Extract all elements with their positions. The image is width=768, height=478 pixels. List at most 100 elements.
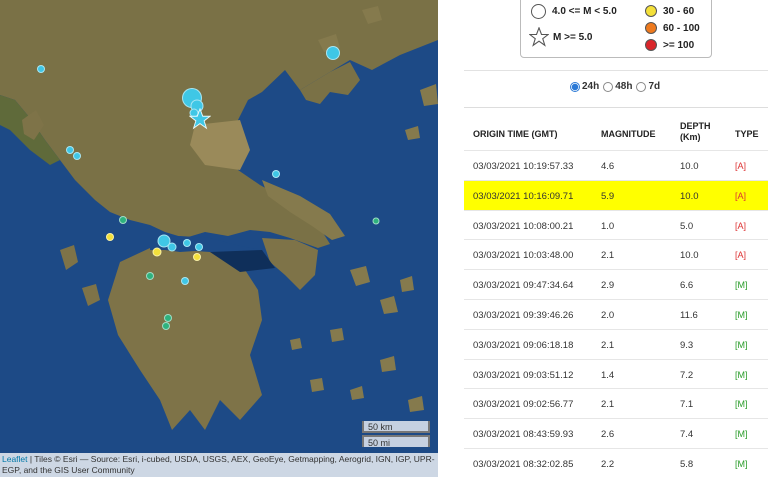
table-top-border [464, 107, 768, 108]
depth-cell: 10.0 [680, 190, 699, 202]
type-cell: [M] [735, 310, 748, 320]
depth-cell: 7.4 [680, 429, 694, 441]
leaflet-link[interactable]: Leaflet [2, 454, 28, 464]
quake-marker[interactable] [167, 242, 177, 252]
depth-cell: 10.0 [680, 161, 699, 172]
header-magnitude[interactable]: MAGNITUDE [601, 129, 656, 139]
depth-cell: 11.6 [680, 310, 698, 321]
table-row[interactable]: 03/03/2021 09:03:51.12 1.4 7.2 [M] [464, 358, 768, 389]
header-depth-unit: (Km) [680, 132, 701, 142]
origin-time-cell: 03/03/2021 10:16:09.71 [473, 190, 574, 202]
mainshock-star-marker[interactable] [189, 108, 211, 130]
depth-cell: 7.2 [680, 369, 694, 381]
depth-cell: 5.0 [680, 220, 694, 232]
magnitude-cell: 5.9 [601, 190, 615, 202]
origin-time-cell: 03/03/2021 09:47:34.64 [473, 280, 574, 292]
attribution-text: | Tiles © Esri — Source: Esri, i-cubed, … [2, 454, 435, 475]
quake-marker[interactable] [183, 239, 191, 247]
magnitude-cell: 2.1 [601, 339, 615, 351]
magnitude-cell: 1.4 [601, 369, 615, 381]
table-row[interactable]: 03/03/2021 10:16:09.71 5.9 10.0 [A] [464, 179, 768, 210]
earthquake-map[interactable]: 50 km 50 mi Leaflet | Tiles © Esri — Sou… [0, 0, 438, 477]
scale-bar-km: 50 km [362, 421, 430, 433]
origin-time-cell: 03/03/2021 09:39:46.26 [473, 310, 574, 321]
type-cell: [M] [735, 429, 748, 440]
table-row[interactable]: 03/03/2021 08:32:02.85 2.2 5.8 [M] [464, 448, 768, 478]
scale-bar-mi: 50 mi [362, 435, 430, 448]
type-cell: [M] [735, 459, 748, 469]
origin-time-cell: 03/03/2021 08:32:02.85 [473, 459, 574, 470]
table-row[interactable]: 03/03/2021 10:19:57.33 4.6 10.0 [A] [464, 150, 768, 180]
legend-depth-1: 30 - 60 [645, 5, 694, 17]
origin-time-cell: 03/03/2021 10:08:00.21 [473, 220, 574, 232]
depth-cell: 5.8 [680, 459, 694, 470]
type-cell: [A] [735, 220, 747, 231]
magnitude-cell: 2.6 [601, 429, 615, 441]
origin-time-cell: 03/03/2021 09:03:51.12 [473, 369, 574, 381]
divider [464, 70, 768, 71]
type-cell: [A] [735, 250, 747, 261]
magnitude-cell: 2.0 [601, 310, 615, 321]
origin-time-cell: 03/03/2021 09:02:56.77 [473, 399, 574, 411]
peloponnese [108, 248, 262, 430]
legend-depth-3: >= 100 [645, 39, 694, 51]
quake-marker[interactable] [164, 314, 172, 322]
origin-time-cell: 03/03/2021 08:43:59.93 [473, 429, 574, 441]
type-cell: [A] [735, 161, 747, 171]
table-row[interactable]: 03/03/2021 09:06:18.18 2.1 9.3 [M] [464, 328, 768, 359]
quake-marker[interactable] [73, 152, 81, 160]
quake-marker[interactable] [372, 217, 380, 225]
quake-marker[interactable] [195, 243, 203, 251]
table-header: ORIGIN TIME (GMT) MAGNITUDE DEPTH (Km) T… [464, 118, 768, 148]
type-cell: [M] [735, 280, 748, 291]
star-icon [529, 27, 549, 47]
magnitude-cell: 4.6 [601, 161, 615, 172]
quake-marker[interactable] [193, 253, 201, 261]
radio-24h[interactable] [570, 81, 580, 92]
quake-marker[interactable] [272, 170, 280, 178]
table-row[interactable]: 03/03/2021 09:39:46.26 2.0 11.6 [M] [464, 299, 768, 329]
time-range-selector: 24h 48h 7d [570, 81, 664, 92]
table-row[interactable]: 03/03/2021 09:02:56.77 2.1 7.1 [M] [464, 388, 768, 418]
radio-7d[interactable] [636, 81, 647, 92]
depth-cell: 7.1 [680, 399, 694, 411]
header-type[interactable]: TYPE [735, 129, 759, 139]
depth-cell: 9.3 [680, 339, 694, 351]
quake-marker[interactable] [162, 322, 170, 330]
magnitude-cell: 2.2 [601, 459, 615, 470]
quake-marker[interactable] [146, 272, 154, 280]
table-row[interactable]: 03/03/2021 10:08:00.21 1.0 5.0 [A] [464, 209, 768, 240]
quake-marker[interactable] [181, 277, 189, 285]
quake-marker[interactable] [152, 247, 162, 257]
type-cell: [M] [735, 339, 748, 350]
table-row[interactable]: 03/03/2021 10:03:48.00 2.1 10.0 [A] [464, 239, 768, 269]
map-terrain [0, 0, 438, 430]
table-row[interactable]: 03/03/2021 08:43:59.93 2.6 7.4 [M] [464, 418, 768, 448]
red-dot-icon [645, 39, 657, 51]
map-attribution: Leaflet | Tiles © Esri — Source: Esri, i… [0, 453, 438, 477]
legend-mag-medium: 4.0 <= M < 5.0 [531, 4, 617, 19]
header-depth[interactable]: DEPTH [680, 121, 711, 131]
type-cell: [M] [735, 369, 748, 380]
map-legend: 4.0 <= M < 5.0 M >= 5.0 30 - 60 60 - 100… [520, 0, 712, 58]
depth-cell: 10.0 [680, 250, 699, 262]
type-cell: [M] [735, 399, 748, 410]
orange-dot-icon [645, 22, 657, 34]
open-circle-icon [531, 4, 546, 19]
quake-marker[interactable] [106, 233, 114, 241]
depth-cell: 6.6 [680, 280, 694, 292]
header-origin-time[interactable]: ORIGIN TIME (GMT) [473, 129, 558, 139]
origin-time-cell: 03/03/2021 10:03:48.00 [473, 250, 574, 262]
magnitude-cell: 1.0 [601, 220, 615, 232]
origin-time-cell: 03/03/2021 10:19:57.33 [473, 161, 574, 172]
radio-48h[interactable] [603, 81, 614, 92]
magnitude-cell: 2.1 [601, 250, 615, 262]
quake-marker[interactable] [37, 65, 45, 73]
magnitude-cell: 2.9 [601, 280, 615, 292]
table-row[interactable]: 03/03/2021 09:47:34.64 2.9 6.6 [M] [464, 269, 768, 299]
quake-marker[interactable] [119, 216, 127, 224]
origin-time-cell: 03/03/2021 09:06:18.18 [473, 339, 574, 351]
earthquake-list-panel: 4.0 <= M < 5.0 M >= 5.0 30 - 60 60 - 100… [438, 0, 768, 477]
yellow-dot-icon [645, 5, 657, 17]
quake-marker[interactable] [326, 46, 340, 60]
